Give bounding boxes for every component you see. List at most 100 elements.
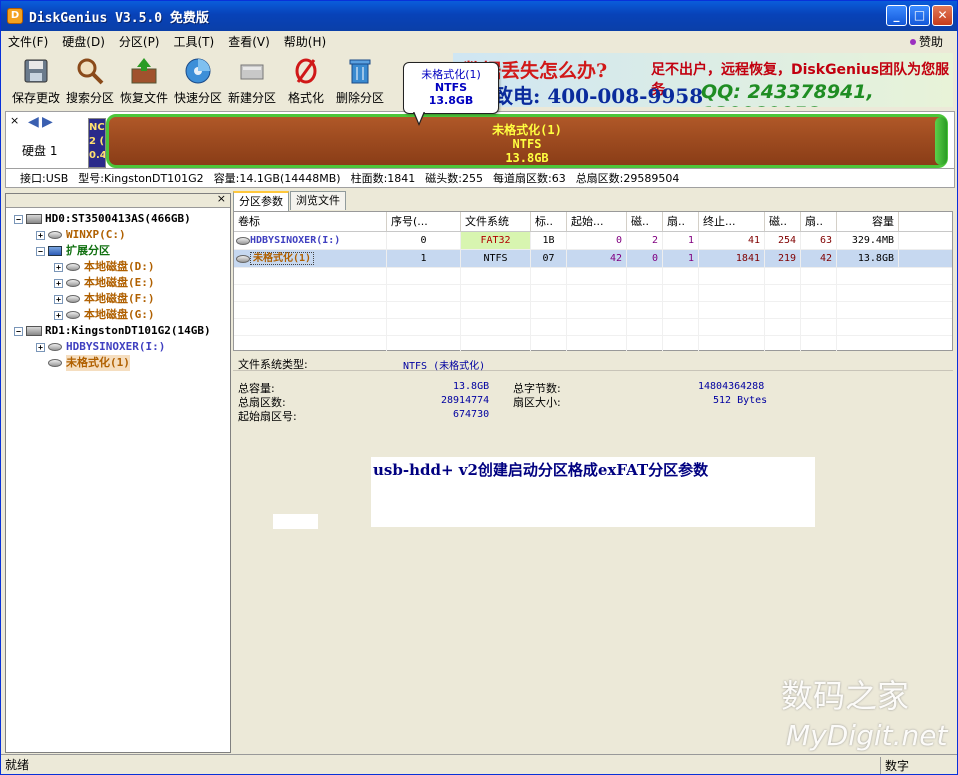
tree-node-e[interactable]: + 本地磁盘(E:) — [6, 275, 230, 291]
usb-disk-icon — [26, 326, 42, 336]
capacity-value: 13.8GB — [453, 381, 490, 392]
partition-block-hdbysinoxer[interactable]: NC 2 ( 0.4 — [88, 118, 106, 168]
col-id[interactable]: 标.. — [531, 212, 567, 231]
recover-files-button[interactable]: 恢复文件 — [117, 53, 171, 109]
maximize-button[interactable]: □ — [909, 5, 930, 26]
collapse-icon[interactable]: − — [14, 326, 23, 336]
sector-size-value: 512 Bytes — [713, 395, 768, 406]
expand-icon[interactable]: + — [36, 342, 45, 352]
new-partition-label: 新建分区 — [227, 91, 276, 105]
partition-icon — [48, 343, 62, 351]
toolbar: 保存更改 搜索分区 恢复文件 快速分区 新建分区 格式化 删除分区 — [9, 53, 387, 109]
tree-node-extended[interactable]: − 扩展分区 — [6, 243, 230, 259]
format-label: 格式化 — [287, 91, 324, 105]
save-changes-button[interactable]: 保存更改 — [9, 53, 63, 109]
col-start-head[interactable]: 磁.. — [627, 212, 663, 231]
col-end-head[interactable]: 磁.. — [765, 212, 801, 231]
start-sector-label: 起始扇区号: — [238, 410, 297, 423]
col-end-sector[interactable]: 扇.. — [801, 212, 837, 231]
partition-block-size: 13.8GB — [505, 151, 549, 165]
sector-size-label: 扇区大小: — [513, 396, 561, 409]
tree-node-hd0[interactable]: − HD0:ST3500413AS(466GB) — [6, 211, 230, 227]
col-index[interactable]: 序号(... — [387, 212, 461, 231]
hard-disk-icon — [26, 214, 42, 224]
cell-start-cyl: 0 — [567, 232, 627, 249]
table-row[interactable]: HDBYSINOXER(I:) 0 FAT32 1B 0 2 1 41 254 … — [234, 232, 952, 250]
tooltip-fs: NTFS — [434, 81, 468, 94]
table-row-selected[interactable]: 未格式化(1) 1 NTFS 07 42 0 1 1841 219 42 13.… — [234, 250, 952, 268]
sponsor-link[interactable]: 赞助 — [909, 33, 943, 50]
col-start-cyl[interactable]: 起始... — [567, 212, 627, 231]
prev-disk-icon[interactable]: ◀ — [28, 114, 39, 130]
sponsor-label: 赞助 — [918, 35, 943, 49]
expand-icon[interactable]: + — [54, 294, 63, 304]
empty-row — [234, 285, 952, 302]
partition-block-fs: NTFS — [512, 137, 542, 151]
partition-icon — [236, 255, 250, 263]
minimize-button[interactable]: _ — [886, 5, 907, 26]
format-button[interactable]: 格式化 — [279, 53, 333, 109]
tree-node-rd1[interactable]: − RD1:KingstonDT101G2(14GB) — [6, 323, 230, 339]
expand-icon[interactable]: + — [54, 278, 63, 288]
partition-block-unformatted[interactable]: 未格式化(1) NTFS 13.8GB — [106, 114, 948, 168]
tree-node-winxp[interactable]: + WINXP(C:) — [6, 227, 230, 243]
cell-start-cyl: 42 — [567, 250, 627, 267]
cell-end-cyl: 1841 — [699, 250, 765, 267]
tab-partition-params[interactable]: 分区参数 — [233, 191, 289, 212]
tree-node-d[interactable]: + 本地磁盘(D:) — [6, 259, 230, 275]
search-partition-button[interactable]: 搜索分区 — [63, 53, 117, 109]
extended-partition-icon — [48, 246, 62, 256]
menu-view[interactable]: 查看(V) — [221, 33, 277, 50]
table-header: 卷标 序号(... 文件系统 标.. 起始... 磁.. 扇.. 终止... 磁… — [234, 212, 952, 232]
col-end-cyl[interactable]: 终止... — [699, 212, 765, 231]
small-partition-text: NC 2 ( 0.4 — [89, 122, 106, 161]
tree-node-label: 本地磁盘(E:) — [84, 276, 155, 289]
cell-end-sector: 42 — [801, 250, 837, 267]
watermark-cn: 数码之家 — [781, 677, 910, 715]
tab-browse-files[interactable]: 浏览文件 — [290, 191, 346, 210]
menu-disk[interactable]: 硬盘(D) — [55, 33, 112, 50]
partition-detail-panel: 分区参数 浏览文件 卷标 序号(... 文件系统 标.. 起始... 磁.. 扇… — [233, 191, 953, 753]
delete-partition-button[interactable]: 删除分区 — [333, 53, 387, 109]
tree-node-label: 本地磁盘(G:) — [84, 308, 155, 321]
col-capacity[interactable]: 容量 — [837, 212, 899, 231]
menu-help[interactable]: 帮助(H) — [277, 33, 333, 50]
new-partition-button[interactable]: 新建分区 — [225, 53, 279, 109]
tree-node-unformatted[interactable]: 未格式化(1) — [6, 355, 230, 371]
ad-banner[interactable]: 数据丢失怎么办? 足不出户，远程恢复，DiskGenius团队为您服务 致电: … — [453, 53, 953, 107]
collapse-icon[interactable]: − — [14, 214, 23, 224]
menu-file[interactable]: 文件(F) — [1, 33, 55, 50]
close-button[interactable]: ✕ — [932, 5, 953, 26]
col-volume-label[interactable]: 卷标 — [234, 212, 387, 231]
col-filesystem[interactable]: 文件系统 — [461, 212, 531, 231]
menu-partition[interactable]: 分区(P) — [112, 33, 167, 50]
cell-volume: 未格式化(1) — [234, 250, 387, 267]
collapse-icon[interactable]: − — [36, 246, 45, 256]
expand-icon[interactable]: + — [54, 310, 63, 320]
tree-header: × — [6, 192, 230, 208]
fs-type-label: 文件系统类型: — [238, 358, 308, 371]
tree-close-icon[interactable]: × — [217, 192, 226, 205]
cell-volume-text: 未格式化(1) — [250, 252, 315, 265]
tree-node-label: 本地磁盘(F:) — [84, 292, 155, 305]
partition-table: 卷标 序号(... 文件系统 标.. 起始... 磁.. 扇.. 终止... 磁… — [233, 211, 953, 353]
diskbar-close-icon[interactable]: × — [10, 114, 19, 127]
tree-node-g[interactable]: + 本地磁盘(G:) — [6, 307, 230, 323]
watermark-en: MyDigit.net — [786, 719, 948, 752]
menu-tools[interactable]: 工具(T) — [167, 33, 222, 50]
status-bar: 就绪 数字 — [1, 754, 957, 774]
tree-node-f[interactable]: + 本地磁盘(F:) — [6, 291, 230, 307]
quick-partition-button[interactable]: 快速分区 — [171, 53, 225, 109]
cell-volume: HDBYSINOXER(I:) — [234, 232, 387, 249]
disk-model: 型号:KingstonDT101G2 — [78, 172, 204, 185]
tree-node-hdbysinoxer[interactable]: + HDBYSINOXER(I:) — [6, 339, 230, 355]
search-partition-label: 搜索分区 — [65, 91, 114, 105]
cell-capacity: 329.4MB — [837, 232, 899, 249]
empty-row — [234, 268, 952, 285]
annotation-note: usb-hdd+ v2创建启动分区格成exFAT分区参数 — [371, 457, 815, 527]
col-start-sector[interactable]: 扇.. — [663, 212, 699, 231]
expand-icon[interactable]: + — [54, 262, 63, 272]
blank-box — [273, 514, 318, 529]
expand-icon[interactable]: + — [36, 230, 45, 240]
next-disk-icon[interactable]: ▶ — [42, 114, 53, 130]
